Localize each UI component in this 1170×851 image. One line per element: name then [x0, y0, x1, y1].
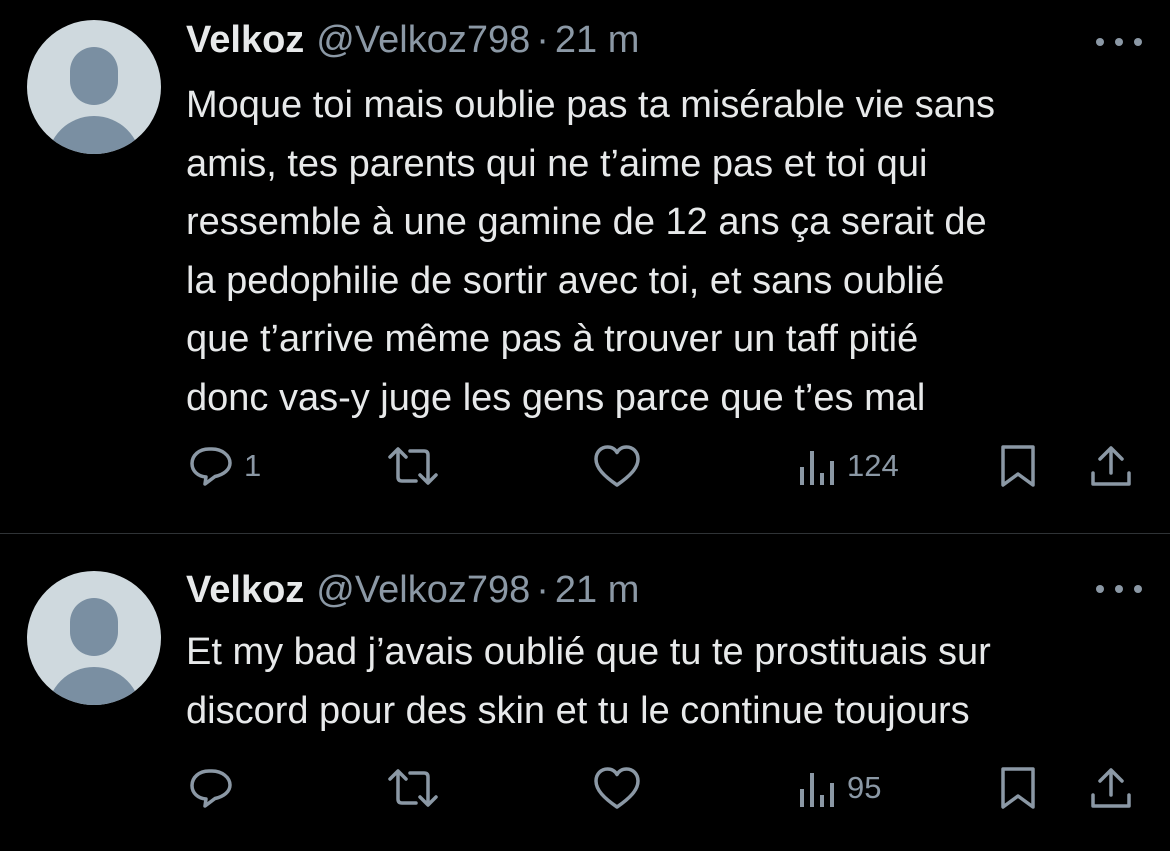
views-icon: [800, 451, 834, 485]
author-name[interactable]: Velkoz: [186, 569, 304, 612]
bookmark-button[interactable]: [998, 440, 1038, 492]
avatar-shoulders: [47, 667, 141, 705]
heart-icon: [594, 767, 640, 809]
separator-dot: ·: [536, 568, 549, 611]
views-button[interactable]: 95: [797, 762, 881, 814]
views-icon: [800, 773, 834, 807]
bookmark-button[interactable]: [998, 762, 1038, 814]
share-icon: [1091, 768, 1131, 808]
views-button[interactable]: 124: [797, 440, 899, 492]
avatar-shoulders: [47, 116, 141, 154]
tweet-header: Velkoz @Velkoz798 · 21 m: [186, 18, 639, 62]
heart-icon: [594, 445, 640, 487]
reply-count: 1: [244, 448, 262, 483]
reply-button[interactable]: [188, 762, 244, 814]
tweet-time[interactable]: 21 m: [555, 19, 639, 62]
avatar[interactable]: [27, 571, 161, 705]
share-button[interactable]: [1088, 440, 1134, 492]
view-count: 95: [847, 770, 882, 805]
reply-icon: [190, 447, 232, 486]
tweet[interactable]: Velkoz @Velkoz798 · 21 m Moque toi mais …: [0, 0, 1170, 533]
author-handle[interactable]: @Velkoz798: [316, 569, 530, 612]
more-icon[interactable]: [1096, 35, 1142, 49]
tweet-text: Moque toi mais oublie pas ta misérable v…: [186, 84, 995, 419]
reply-icon: [190, 769, 232, 808]
tweet-time[interactable]: 21 m: [555, 569, 639, 612]
share-icon: [1091, 446, 1131, 486]
bookmark-icon: [1001, 767, 1035, 809]
reply-button[interactable]: 1: [188, 440, 261, 492]
share-button[interactable]: [1088, 762, 1134, 814]
avatar-head: [70, 47, 118, 105]
tweet-header: Velkoz @Velkoz798 · 21 m: [186, 568, 639, 612]
retweet-button[interactable]: [386, 440, 440, 492]
avatar[interactable]: [27, 20, 161, 154]
retweet-button[interactable]: [386, 762, 440, 814]
bookmark-icon: [1001, 445, 1035, 487]
retweet-icon: [388, 769, 438, 807]
like-button[interactable]: [592, 762, 642, 814]
view-count: 124: [847, 448, 899, 483]
author-handle[interactable]: @Velkoz798: [316, 19, 530, 62]
author-name[interactable]: Velkoz: [186, 19, 304, 62]
like-button[interactable]: [592, 440, 642, 492]
tweet-text: Et my bad j’avais oublié que tu te prost…: [186, 631, 991, 732]
retweet-icon: [388, 447, 438, 485]
avatar-head: [70, 598, 118, 656]
separator-dot: ·: [536, 18, 549, 61]
tweet-divider: [0, 533, 1170, 534]
more-icon[interactable]: [1096, 582, 1142, 596]
